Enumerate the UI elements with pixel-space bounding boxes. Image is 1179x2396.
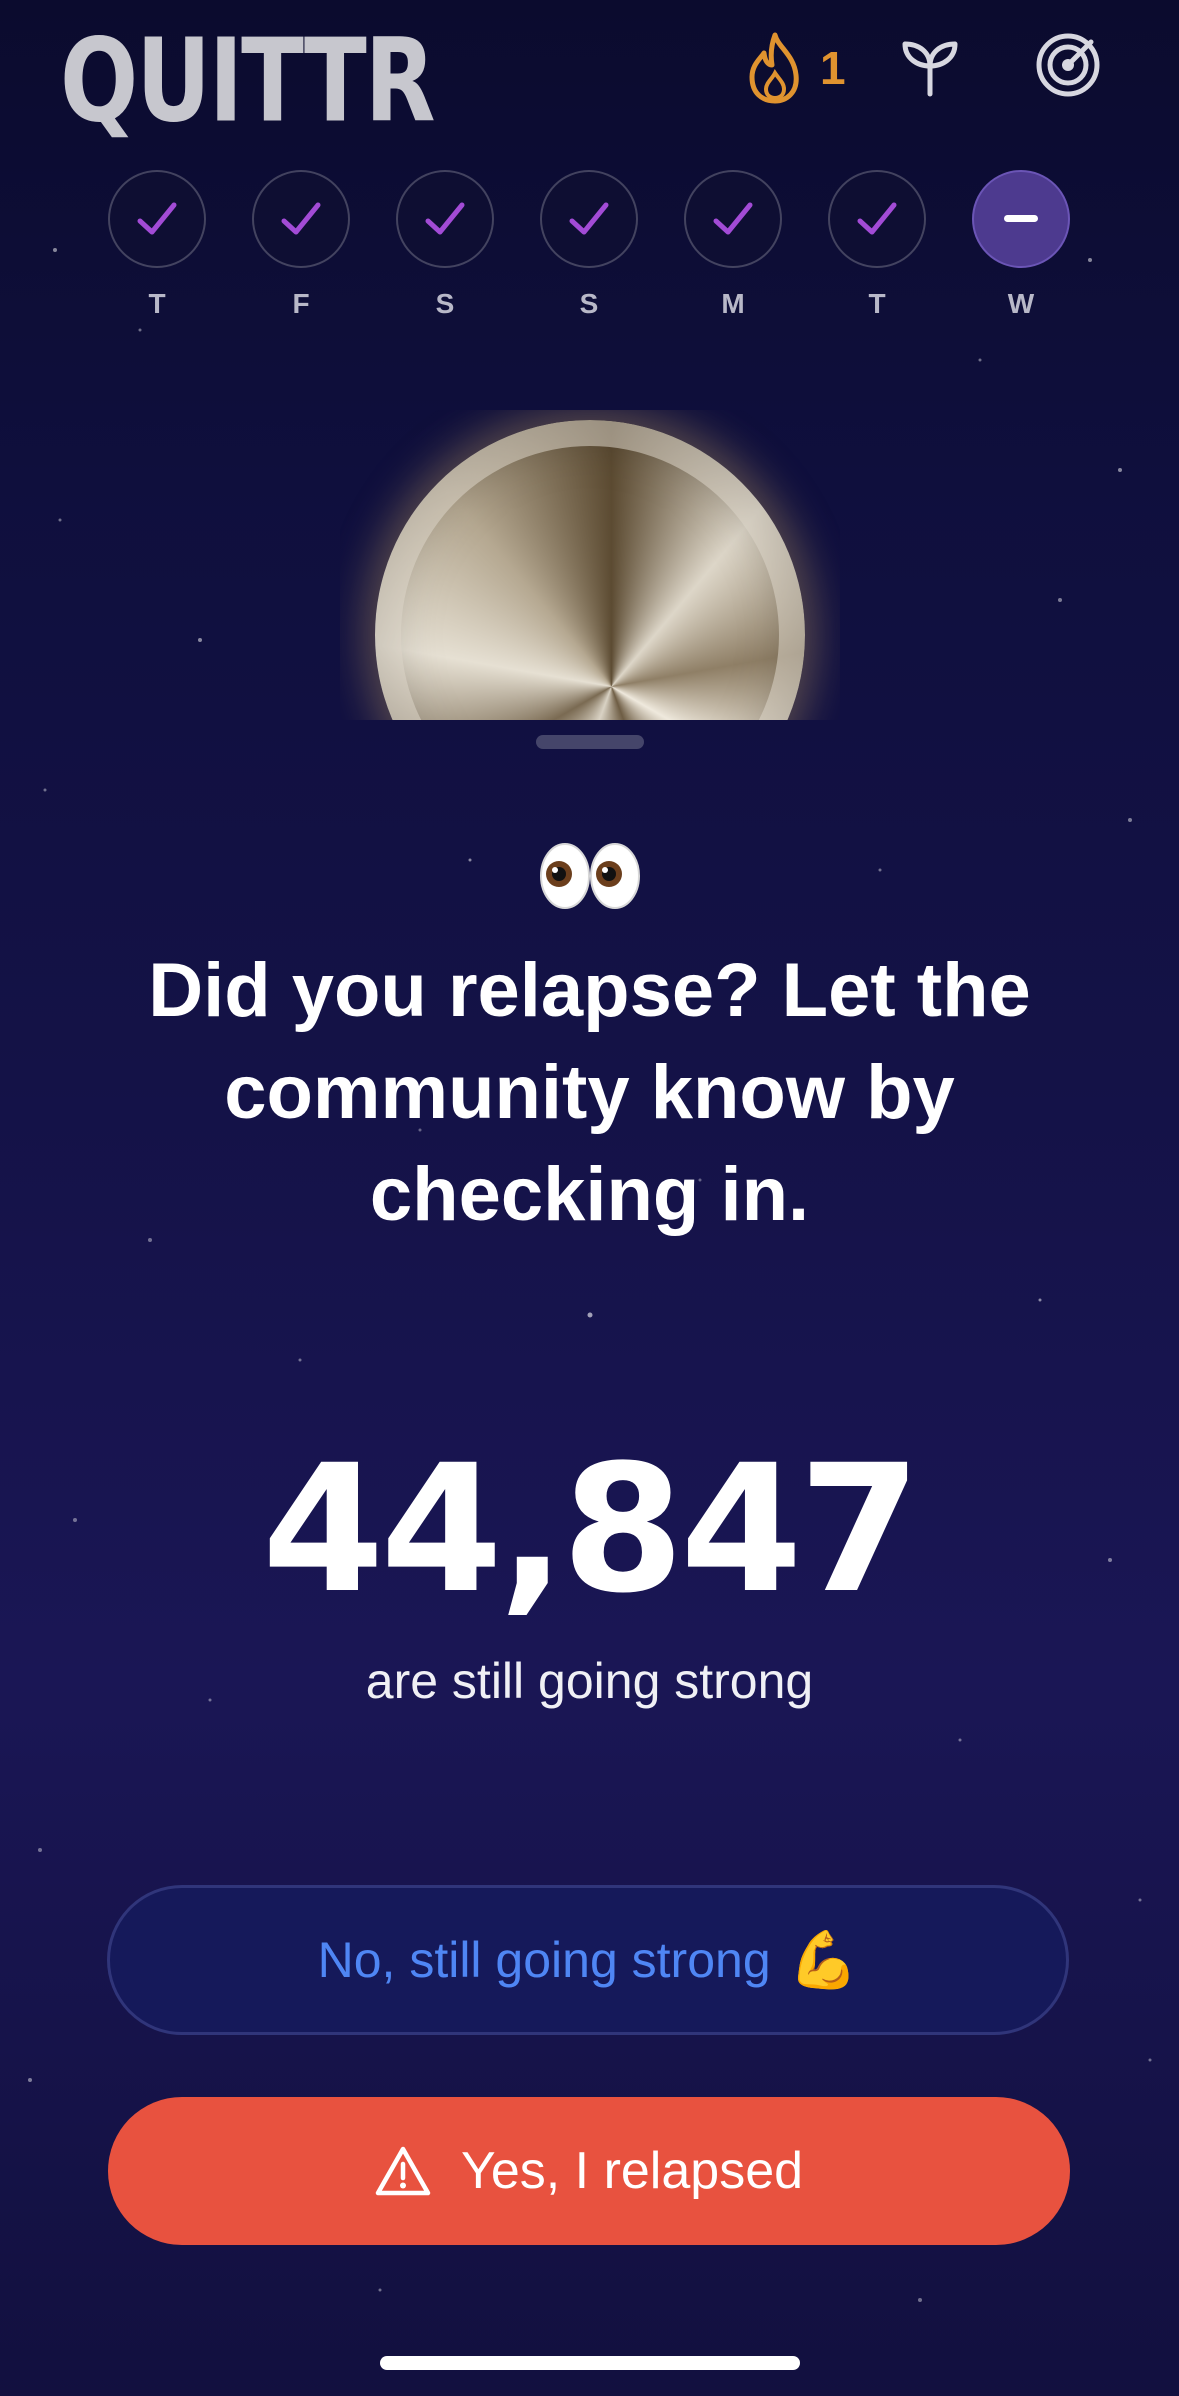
day-item[interactable]: T (107, 170, 207, 320)
day-item[interactable]: M (683, 170, 783, 320)
checkmark-icon (569, 202, 609, 235)
target-icon[interactable] (1033, 30, 1103, 100)
relapsed-button[interactable]: Yes, I relapsed (108, 2097, 1070, 2245)
day-check-circle (684, 170, 782, 268)
day-label: F (292, 288, 310, 319)
day-check-circle (828, 170, 926, 268)
streak-count: 1 (820, 42, 846, 94)
progress-orb (340, 410, 840, 720)
day-item[interactable]: T (827, 170, 927, 320)
sheet-drag-handle[interactable] (536, 735, 644, 749)
day-pending-circle (972, 170, 1070, 268)
flexed-biceps-icon: 💪 (788, 1928, 859, 1991)
day-label: S (435, 288, 455, 319)
day-label: M (721, 288, 745, 319)
community-count: 44,847 (261, 1427, 921, 1632)
home-indicator[interactable] (380, 2356, 800, 2370)
day-label: W (1007, 288, 1035, 319)
day-check-circle (252, 170, 350, 268)
streak-counter[interactable]: 1 (742, 28, 846, 108)
eyes-emoji-icon (540, 843, 640, 909)
count-caption: are still going strong (365, 1653, 814, 1709)
warning-icon (375, 2146, 431, 2196)
day-item[interactable]: S (539, 170, 639, 320)
checkin-question: Did you relapse? Let the community know … (148, 948, 1031, 1237)
day-item[interactable]: F (251, 170, 351, 320)
sprout-icon[interactable] (895, 30, 965, 100)
top-bar: QUITTR 1 (0, 0, 1179, 148)
flame-icon (749, 32, 799, 104)
relapsed-label: Yes, I relapsed (460, 2142, 804, 2200)
minus-icon (1004, 215, 1038, 222)
checkmark-icon (857, 202, 897, 235)
day-check-circle (540, 170, 638, 268)
checkmark-icon (281, 202, 321, 235)
checkmark-icon (425, 202, 465, 235)
day-label: S (579, 288, 599, 319)
day-check-circle (108, 170, 206, 268)
day-label: T (148, 288, 166, 319)
app-logo: QUITTR (60, 14, 436, 148)
day-check-circle (396, 170, 494, 268)
checkmark-icon (137, 202, 177, 235)
day-item-current[interactable]: W (971, 170, 1071, 320)
week-progress: T F S S M T W (0, 170, 1179, 320)
orb-image (375, 420, 805, 720)
still-going-strong-button[interactable]: No, still going strong 💪 (107, 1885, 1069, 2035)
checkmark-icon (713, 202, 753, 235)
day-item[interactable]: S (395, 170, 495, 320)
still-going-strong-label: No, still going strong (317, 1932, 771, 1988)
day-label: T (868, 288, 886, 319)
